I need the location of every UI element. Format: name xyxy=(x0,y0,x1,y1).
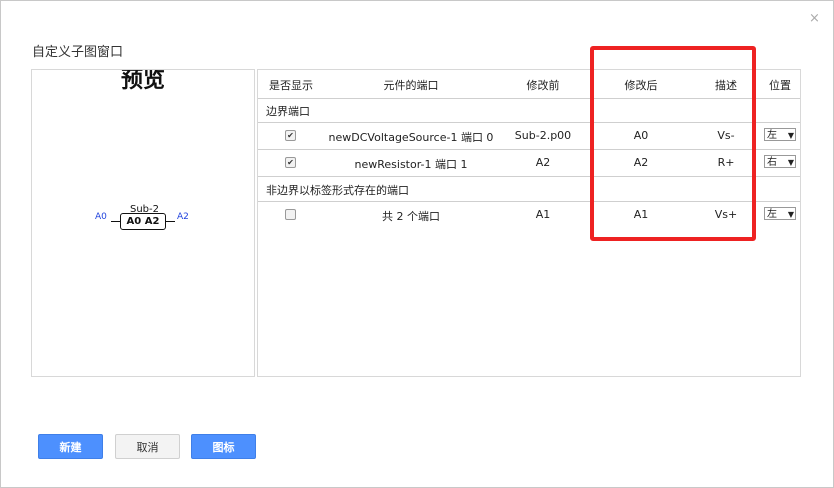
section-boundary-label: 边界端口 xyxy=(266,105,310,118)
component-symbol[interactable]: A0 A2 xyxy=(120,213,166,230)
position-value: 左 xyxy=(767,130,777,141)
port-before: A1 xyxy=(535,208,551,221)
show-checkbox[interactable]: ✔ xyxy=(285,130,296,141)
port-name: 共 2 个端口 xyxy=(382,210,440,223)
section-nonboundary-label: 非边界以标签形式存在的端口 xyxy=(266,184,409,197)
position-select[interactable]: 左 ▼ xyxy=(764,207,796,220)
left-pin-line xyxy=(111,221,120,222)
header-before: 修改前 xyxy=(526,79,560,92)
preview-panel: 预览 Sub-2 A0 A2 A0 A2 xyxy=(31,69,255,377)
right-pin-line xyxy=(166,221,175,222)
close-icon[interactable]: × xyxy=(809,11,820,26)
port-name: newDCVoltageSource-1 端口 0 xyxy=(328,131,494,144)
position-select[interactable]: 左 ▼ xyxy=(764,128,796,141)
new-button[interactable]: 新建 xyxy=(38,434,103,459)
left-port-label: A0 xyxy=(95,212,107,222)
show-checkbox[interactable] xyxy=(285,209,296,220)
dialog-title: 自定义子图窗口 xyxy=(32,45,124,60)
position-select[interactable]: 右 ▼ xyxy=(764,155,796,168)
highlight-box xyxy=(590,46,756,241)
preview-title: 预览 xyxy=(120,69,165,93)
right-port-label: A2 xyxy=(177,212,189,222)
dropdown-arrow-icon: ▼ xyxy=(787,131,794,140)
port-before: A2 xyxy=(535,156,551,169)
icon-button[interactable]: 图标 xyxy=(191,434,256,459)
show-checkbox[interactable]: ✔ xyxy=(285,157,296,168)
subgraph-dialog: × 自定义子图窗口 预览 Sub-2 A0 A2 A0 A2 是否显示 元件的端… xyxy=(0,0,834,488)
position-value: 左 xyxy=(767,209,777,220)
position-value: 右 xyxy=(767,157,777,168)
header-show: 是否显示 xyxy=(269,79,313,92)
header-position: 位置 xyxy=(769,79,791,92)
header-port: 元件的端口 xyxy=(383,79,439,92)
port-before: Sub-2.p00 xyxy=(514,129,572,142)
port-name: newResistor-1 端口 1 xyxy=(354,158,468,171)
dropdown-arrow-icon: ▼ xyxy=(787,210,794,219)
dropdown-arrow-icon: ▼ xyxy=(787,158,794,167)
cancel-button[interactable]: 取消 xyxy=(115,434,180,459)
